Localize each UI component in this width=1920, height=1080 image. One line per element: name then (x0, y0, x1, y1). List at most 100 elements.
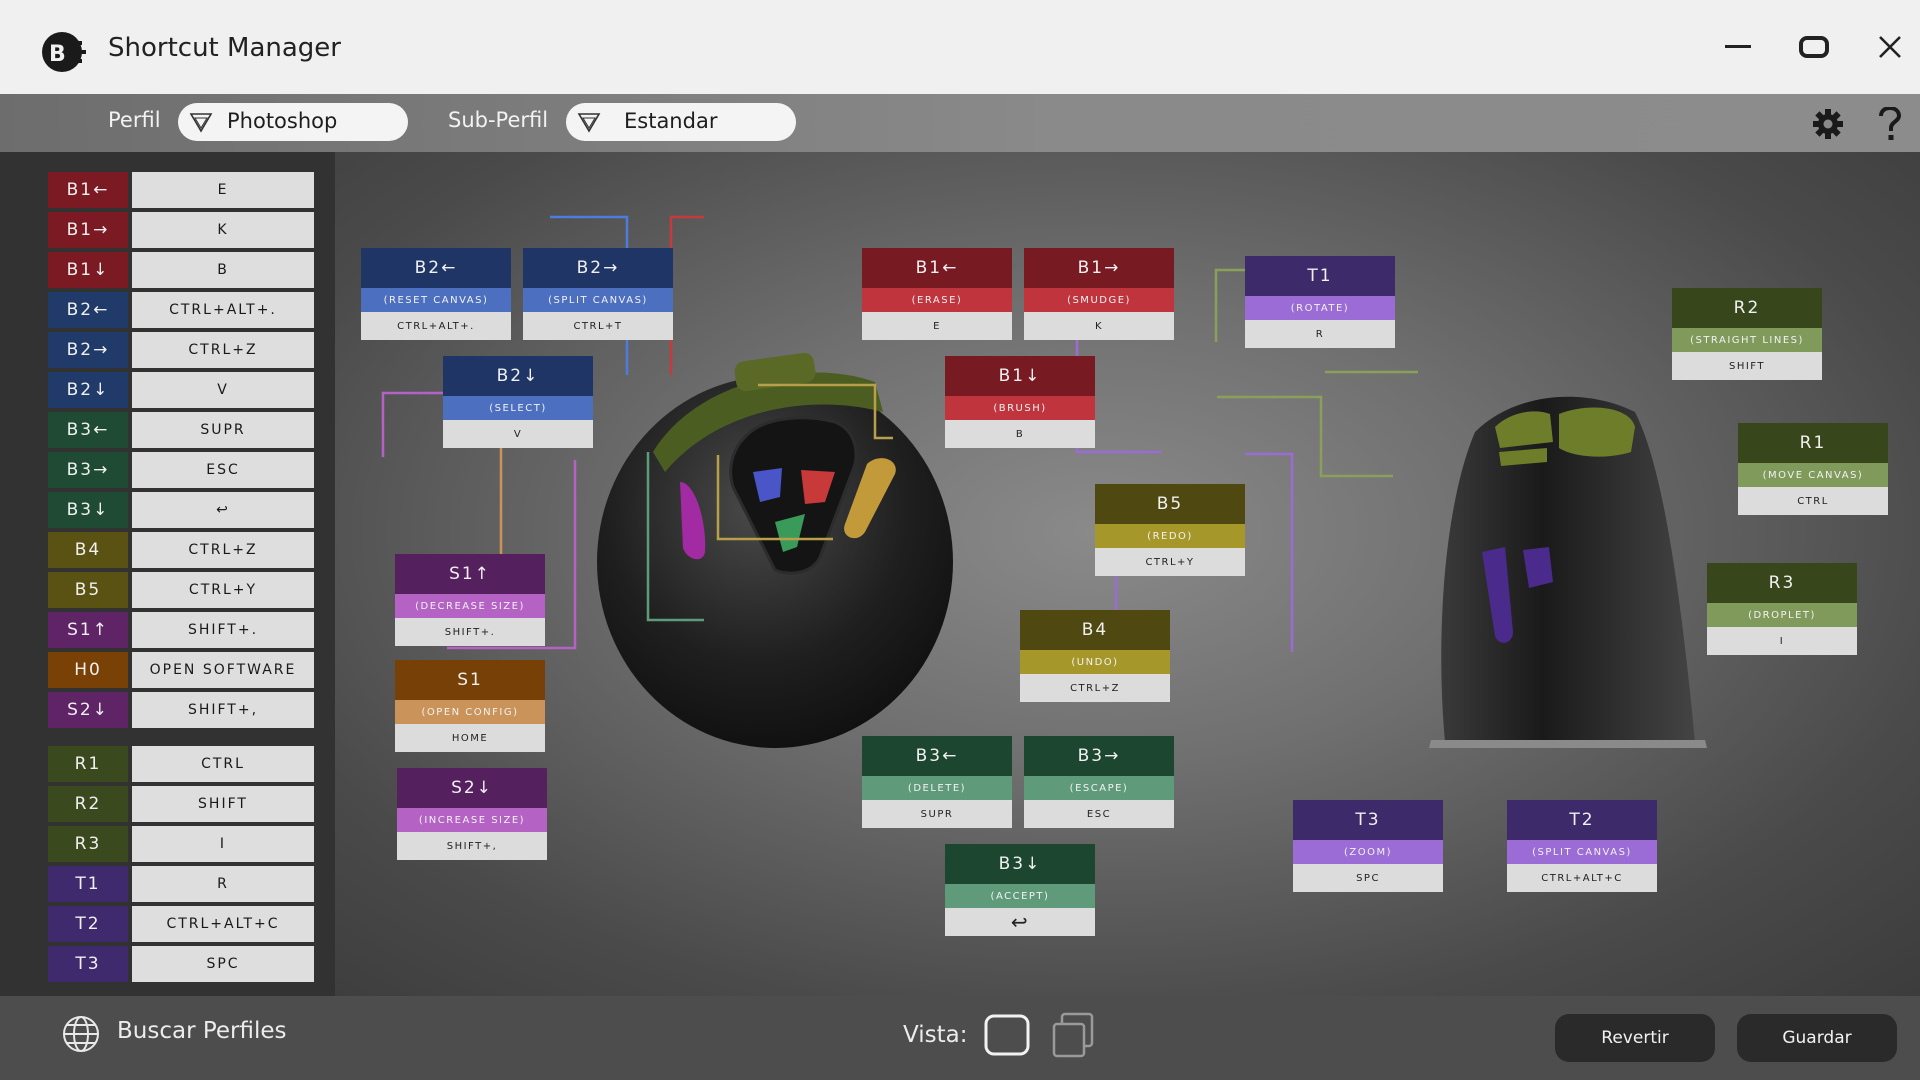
shortcut-key-label[interactable]: T3 (48, 946, 128, 982)
card-key-combo[interactable]: E (862, 312, 1012, 340)
card-key-combo[interactable]: CTRL (1738, 487, 1888, 515)
shortcut-card-b2-left[interactable]: B2← (RESET CANVAS) CTRL+ALT+. (361, 248, 511, 340)
shortcut-key-label[interactable]: B1↓ (48, 252, 128, 288)
shortcut-card-b3-right[interactable]: B3→ (ESCAPE) ESC (1024, 736, 1174, 828)
shortcut-value-field[interactable]: ESC (132, 452, 314, 488)
shortcut-key-label[interactable]: R3 (48, 826, 128, 862)
globe-icon (63, 1016, 99, 1052)
shortcut-card-t3[interactable]: T3 (ZOOM) SPC (1293, 800, 1443, 892)
shortcut-key-label[interactable]: H0 (48, 652, 128, 688)
shortcut-card-t1[interactable]: T1 (ROTATE) R (1245, 256, 1395, 348)
shortcut-value-field[interactable]: K (132, 212, 314, 248)
card-key-combo[interactable]: R (1245, 320, 1395, 348)
shortcut-card-b4[interactable]: B4 (UNDO) CTRL+Z (1020, 610, 1170, 702)
single-view-button[interactable] (984, 1012, 1030, 1058)
shortcut-value-field[interactable]: CTRL+Y (132, 572, 314, 608)
shortcut-key-label[interactable]: R1 (48, 746, 128, 782)
shortcut-key-label[interactable]: B3→ (48, 452, 128, 488)
shortcut-card-s2-down[interactable]: S2↓ (INCREASE SIZE) SHIFT+, (397, 768, 547, 860)
help-button[interactable] (1870, 104, 1910, 144)
card-key-combo[interactable]: CTRL+Y (1095, 548, 1245, 576)
shortcut-key-label[interactable]: T1 (48, 866, 128, 902)
shortcut-value-field[interactable]: SUPR (132, 412, 314, 448)
shortcut-card-b2-down[interactable]: B2↓ (SELECT) V (443, 356, 593, 448)
card-key-combo[interactable]: V (443, 420, 593, 448)
shortcut-card-r1[interactable]: R1 (MOVE CANVAS) CTRL (1738, 423, 1888, 515)
shortcut-card-s1[interactable]: S1 (OPEN CONFIG) HOME (395, 660, 545, 752)
card-key-combo[interactable]: SUPR (862, 800, 1012, 828)
card-key-combo[interactable]: K (1024, 312, 1174, 340)
card-key-combo[interactable]: CTRL+ALT+. (361, 312, 511, 340)
card-action: (REDO) (1095, 524, 1245, 548)
shortcut-key-label[interactable]: B4 (48, 532, 128, 568)
profile-dropdown[interactable]: Photoshop (178, 103, 408, 141)
shortcut-key-label[interactable]: B3← (48, 412, 128, 448)
shortcut-value-field[interactable]: CTRL+Z (132, 532, 314, 568)
card-title: B2← (361, 248, 511, 288)
shortcut-key-label[interactable]: B3↓ (48, 492, 128, 528)
device-canvas: B2← (RESET CANVAS) CTRL+ALT+. B2→ (SPLIT CAN… (335, 152, 1920, 996)
subprofile-dropdown[interactable]: Estandar (566, 103, 796, 141)
shortcut-value-field[interactable]: SHIFT (132, 786, 314, 822)
shortcut-card-b3-down[interactable]: B3↓ (ACCEPT) ↩ (945, 844, 1095, 936)
shortcut-key-label[interactable]: S1↑ (48, 612, 128, 648)
shortcut-value-field[interactable]: OPEN SOFTWARE (132, 652, 314, 688)
card-key-combo[interactable]: ESC (1024, 800, 1174, 828)
shortcut-key-label[interactable]: B2← (48, 292, 128, 328)
card-key-combo[interactable]: B (945, 420, 1095, 448)
card-key-combo[interactable]: CTRL+Z (1020, 674, 1170, 702)
shortcut-card-r3[interactable]: R3 (DROPLET) I (1707, 563, 1857, 655)
shortcut-key-label[interactable]: B2→ (48, 332, 128, 368)
shortcut-key-label[interactable]: R2 (48, 786, 128, 822)
double-view-button[interactable] (1050, 1012, 1096, 1058)
shortcut-card-b1-left[interactable]: B1← (ERASE) E (862, 248, 1012, 340)
shortcut-card-b5[interactable]: B5 (REDO) CTRL+Y (1095, 484, 1245, 576)
card-key-combo[interactable]: SHIFT (1672, 352, 1822, 380)
card-action: (BRUSH) (945, 396, 1095, 420)
shortcut-value-field[interactable]: SHIFT+. (132, 612, 314, 648)
shortcut-key-label[interactable]: B1← (48, 172, 128, 208)
revert-button[interactable]: Revertir (1555, 1014, 1715, 1062)
shortcut-card-b1-down[interactable]: B1↓ (BRUSH) B (945, 356, 1095, 448)
shortcut-card-b3-left[interactable]: B3← (DELETE) SUPR (862, 736, 1012, 828)
shortcut-value-field[interactable]: I (132, 826, 314, 862)
card-key-combo[interactable]: I (1707, 627, 1857, 655)
card-key-combo[interactable]: SPC (1293, 864, 1443, 892)
shortcut-value-field[interactable]: CTRL+ALT+. (132, 292, 314, 328)
shortcut-value-field[interactable]: CTRL+Z (132, 332, 314, 368)
card-key-combo[interactable]: CTRL+ALT+C (1507, 864, 1657, 892)
card-key-combo[interactable]: CTRL+T (523, 312, 673, 340)
minimize-button[interactable] (1712, 24, 1764, 70)
shortcut-value-field[interactable]: E (132, 172, 314, 208)
shortcut-list: B1← E B1→ K B1↓ B B2← CTRL+ALT+. B2→ CTRL+Z B2↓ V B3… (0, 152, 335, 996)
card-key-combo[interactable]: ↩ (945, 908, 1095, 936)
shortcut-value-field[interactable]: CTRL (132, 746, 314, 782)
shortcut-key-label[interactable]: B5 (48, 572, 128, 608)
shortcut-value-field[interactable]: CTRL+ALT+C (132, 906, 314, 942)
shortcut-card-r2[interactable]: R2 (STRAIGHT LINES) SHIFT (1672, 288, 1822, 380)
search-profiles-link[interactable]: Buscar Perfiles (117, 1018, 287, 1044)
shortcut-card-b2-right[interactable]: B2→ (SPLIT CANVAS) CTRL+T (523, 248, 673, 340)
shortcut-value-field[interactable]: SPC (132, 946, 314, 982)
settings-button[interactable] (1808, 104, 1848, 144)
shortcut-key-label[interactable]: S2↓ (48, 692, 128, 728)
shortcut-card-b1-right[interactable]: B1→ (SMUDGE) K (1024, 248, 1174, 340)
close-button[interactable] (1864, 24, 1916, 70)
shortcut-value-field[interactable]: V (132, 372, 314, 408)
save-button[interactable]: Guardar (1737, 1014, 1897, 1062)
maximize-button[interactable] (1788, 24, 1840, 70)
shortcut-key-label[interactable]: B1→ (48, 212, 128, 248)
shortcut-key-label[interactable]: T2 (48, 906, 128, 942)
card-key-combo[interactable]: SHIFT+, (397, 832, 547, 860)
shortcut-card-t2[interactable]: T2 (SPLIT CANVAS) CTRL+ALT+C (1507, 800, 1657, 892)
card-key-combo[interactable]: HOME (395, 724, 545, 752)
card-key-combo[interactable]: SHIFT+. (395, 618, 545, 646)
shortcut-value-field[interactable]: B (132, 252, 314, 288)
shortcut-value-field[interactable]: ↩ (132, 492, 314, 528)
shortcut-value-field[interactable]: R (132, 866, 314, 902)
card-title: B5 (1095, 484, 1245, 524)
shortcut-card-s1-up[interactable]: S1↑ (DECREASE SIZE) SHIFT+. (395, 554, 545, 646)
shortcut-key-label[interactable]: B2↓ (48, 372, 128, 408)
profile-label: Perfil (108, 108, 161, 132)
shortcut-value-field[interactable]: SHIFT+, (132, 692, 314, 728)
